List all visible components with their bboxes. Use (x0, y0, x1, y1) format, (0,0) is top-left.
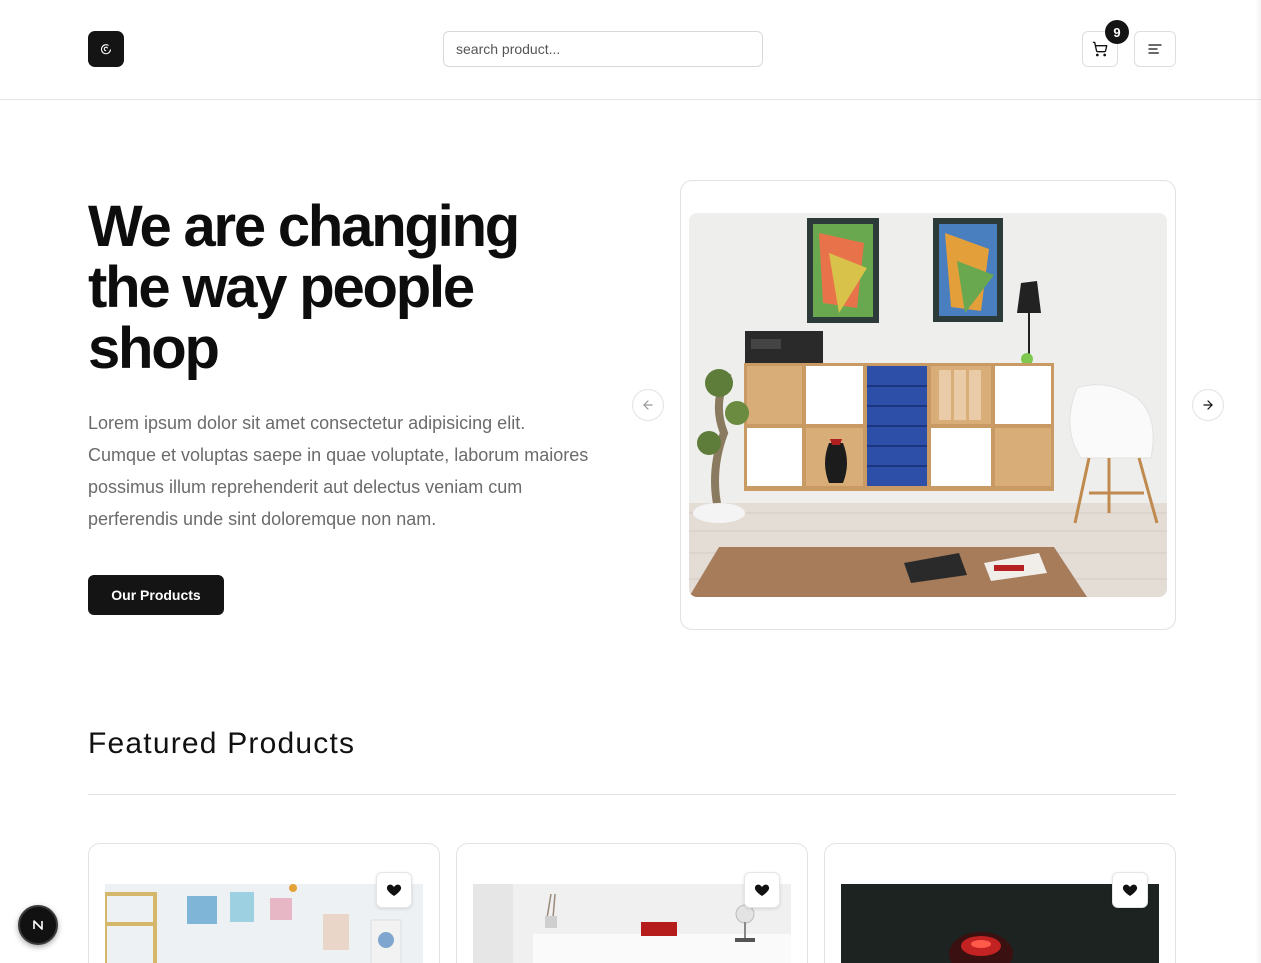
featured-products-title: Featured Products (88, 727, 356, 760)
our-products-button[interactable]: Our Products (88, 575, 224, 615)
heart-icon (1122, 884, 1138, 896)
search-input[interactable] (443, 31, 763, 67)
hero-description: Lorem ipsum dolor sit amet consectetur a… (88, 413, 589, 529)
wishlist-button[interactable] (376, 872, 412, 908)
scroll-edge-shadow (1255, 0, 1261, 963)
arrow-right-icon (1203, 400, 1213, 410)
wishlist-button[interactable] (744, 872, 780, 908)
carousel-prev-button[interactable] (632, 389, 664, 421)
carousel-next-button[interactable] (1192, 389, 1224, 421)
nextjs-icon (33, 920, 43, 930)
cart-count-badge: 9 (1105, 20, 1129, 44)
carousel-image (689, 213, 1167, 597)
arrow-left-icon (643, 400, 653, 410)
product-card[interactable] (88, 843, 440, 963)
product-card[interactable] (824, 843, 1176, 963)
dev-tools-badge[interactable] (18, 905, 58, 945)
wishlist-button[interactable] (1112, 872, 1148, 908)
menu-icon (1148, 44, 1162, 54)
heart-icon (386, 884, 402, 896)
section-divider (88, 794, 1176, 795)
heart-icon (754, 884, 770, 896)
cart-icon (1092, 41, 1108, 57)
product-card[interactable] (456, 843, 808, 963)
logo[interactable] (88, 31, 124, 67)
hero-title: We are changing the way people shop (88, 194, 520, 381)
site-header (0, 0, 1261, 100)
menu-button[interactable] (1134, 31, 1176, 67)
hero-carousel (680, 180, 1176, 630)
logo-icon (100, 44, 112, 55)
